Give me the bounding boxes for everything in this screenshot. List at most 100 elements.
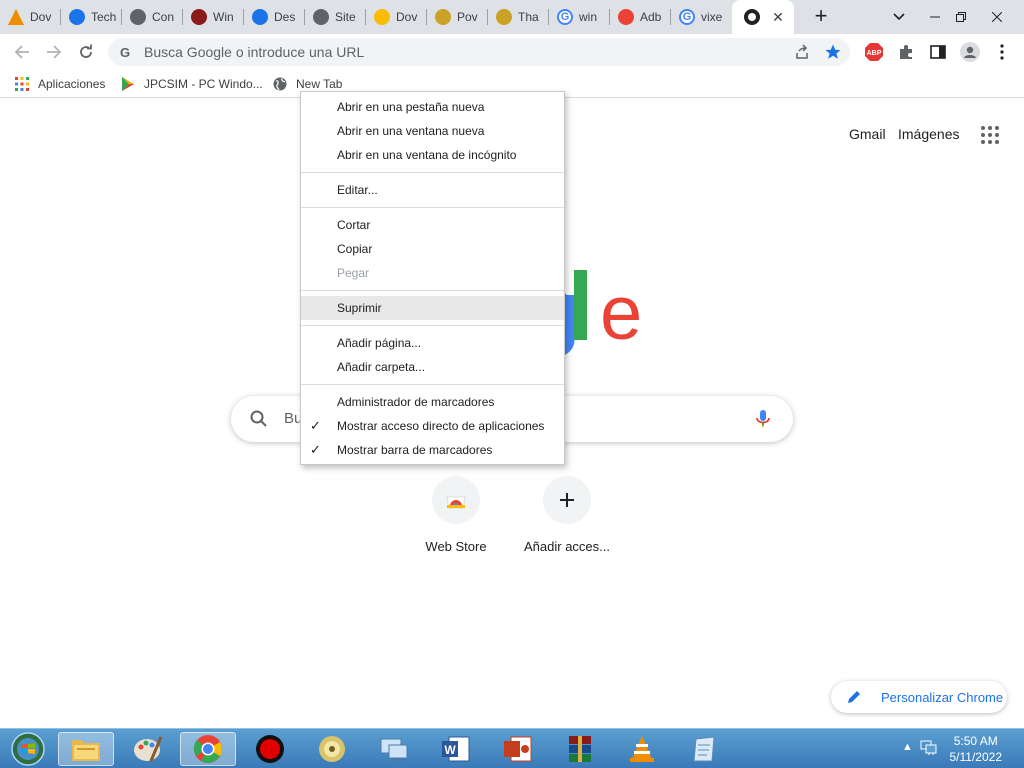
images-link[interactable]: Imágenes xyxy=(898,126,959,142)
shortcut-add[interactable]: Añadir acces... xyxy=(512,476,622,554)
profile-button[interactable] xyxy=(958,40,982,64)
share-icon[interactable] xyxy=(794,44,810,63)
adblock-icon: ABP xyxy=(865,43,883,61)
omnibox[interactable]: G xyxy=(108,38,850,66)
taskbar-powerpoint[interactable] xyxy=(490,732,546,766)
tab-title: Pov xyxy=(457,10,478,24)
plus-icon xyxy=(543,476,591,524)
web-store-icon xyxy=(432,476,480,524)
gmail-link[interactable]: Gmail xyxy=(849,126,886,142)
taskbar-winrar[interactable] xyxy=(552,732,608,766)
menu-item[interactable]: Abrir en una pestaña nueva xyxy=(301,95,564,119)
shortcut-web-store[interactable]: Web Store xyxy=(401,476,511,554)
tab-3[interactable]: Win xyxy=(183,4,244,30)
menu-item[interactable]: ✓ Mostrar acceso directo de aplicaciones xyxy=(301,414,564,438)
show-hidden-icons-button[interactable]: ▲ xyxy=(902,741,913,753)
side-panel-button[interactable] xyxy=(926,40,950,64)
tab-12[interactable]: ✕ xyxy=(732,0,794,34)
system-clock[interactable]: 5:50 AM 5/11/2022 xyxy=(950,733,1003,765)
menu-item[interactable]: Cortar xyxy=(301,213,564,237)
menu-item[interactable]: Añadir carpeta... xyxy=(301,355,564,379)
checkmark-icon: ✓ xyxy=(310,418,321,433)
bookmark-jpcsim[interactable]: JPCSIM - PC Windo... xyxy=(120,75,263,93)
tab-title: Adb xyxy=(640,10,662,24)
taskbar-notes[interactable] xyxy=(676,732,732,766)
apps-grid-icon xyxy=(981,126,999,144)
gear-icon xyxy=(130,9,146,25)
menu-separator xyxy=(301,290,564,291)
tab-8[interactable]: Tha xyxy=(488,4,549,30)
tab-title: vixe xyxy=(701,10,723,24)
tab-1[interactable]: Tech xyxy=(61,4,122,30)
tab-title: Des xyxy=(274,10,296,24)
tab-title: Tha xyxy=(518,10,539,24)
menu-item-label: Suprimir xyxy=(337,301,382,315)
tab-7[interactable]: Pov xyxy=(427,4,488,30)
taskbar-chrome[interactable] xyxy=(180,732,236,766)
google-apps-button[interactable] xyxy=(981,126,999,144)
restore-icon xyxy=(956,12,966,22)
tab-title: Dov xyxy=(396,10,418,24)
tab-9[interactable]: Gwin xyxy=(549,4,610,30)
adblock-extension-button[interactable]: ABP xyxy=(862,40,886,64)
taskbar-paint[interactable] xyxy=(120,732,176,766)
bookmark-apps[interactable]: Aplicaciones xyxy=(14,75,105,93)
taskbar-word[interactable]: W xyxy=(428,732,484,766)
taskbar-recorder[interactable] xyxy=(242,732,298,766)
menu-item[interactable]: Añadir página... xyxy=(301,331,564,355)
close-window-button[interactable] xyxy=(980,0,1014,34)
taskbar-vlc[interactable] xyxy=(614,732,670,766)
svg-text:ABP: ABP xyxy=(867,50,882,57)
bookmark-label: JPCSIM - PC Windo... xyxy=(144,77,263,91)
tab-icon xyxy=(435,9,451,25)
globe-icon xyxy=(313,9,329,25)
search-icon xyxy=(250,410,267,427)
restore-button[interactable] xyxy=(944,0,978,34)
menu-item[interactable]: Administrador de marcadores xyxy=(301,390,564,414)
paint-icon xyxy=(134,736,163,762)
menu-item[interactable]: Abrir en una ventana de incógnito xyxy=(301,143,564,167)
side-panel-icon xyxy=(930,45,946,59)
menu-item[interactable]: Abrir en una ventana nueva xyxy=(301,119,564,143)
new-tab-button[interactable]: + xyxy=(808,5,834,29)
taskbar-explorer[interactable] xyxy=(58,732,114,766)
reload-button[interactable] xyxy=(74,40,98,64)
close-tab-icon[interactable]: ✕ xyxy=(770,9,786,25)
tab-2[interactable]: Con xyxy=(122,4,183,30)
menu-item-label: Pegar xyxy=(337,266,370,280)
tab-search-button[interactable] xyxy=(882,0,916,34)
avatar-icon xyxy=(960,42,980,62)
back-button[interactable] xyxy=(10,40,34,64)
tab-4[interactable]: Des xyxy=(244,4,305,30)
tab-10[interactable]: Adb xyxy=(610,4,671,30)
forward-button[interactable] xyxy=(42,40,66,64)
taskbar-disc[interactable] xyxy=(304,732,360,766)
tab-title: Site xyxy=(335,10,356,24)
shortcut-label: Web Store xyxy=(425,539,487,554)
menu-item[interactable]: Editar... xyxy=(301,178,564,202)
extensions-button[interactable] xyxy=(894,40,918,64)
menu-item[interactable]: Suprimir xyxy=(301,296,564,320)
menu-item[interactable]: ✓ Mostrar barra de marcadores xyxy=(301,438,564,462)
menu-item-label: Cortar xyxy=(337,218,371,232)
network-icon[interactable] xyxy=(920,739,938,758)
menu-item-label: Añadir página... xyxy=(337,336,422,350)
tab-6[interactable]: Dov xyxy=(366,4,427,30)
omnibox-input[interactable] xyxy=(144,44,744,60)
menu-item-label: Mostrar acceso directo de aplicaciones xyxy=(337,419,545,433)
menu-item-label: Abrir en una ventana de incógnito xyxy=(337,148,517,162)
menu-separator xyxy=(301,172,564,173)
taskbar-remote-desktop[interactable] xyxy=(366,732,422,766)
menu-separator xyxy=(301,207,564,208)
star-icon[interactable] xyxy=(824,43,842,64)
tab-11[interactable]: Gvixe xyxy=(671,4,732,30)
customize-chrome-button[interactable]: Personalizar Chrome xyxy=(831,681,1007,713)
microphone-icon[interactable] xyxy=(753,409,773,429)
tab-5[interactable]: Site xyxy=(305,4,366,30)
puzzle-icon xyxy=(900,45,912,59)
notepad-icon xyxy=(693,736,715,762)
tab-0[interactable]: Dov xyxy=(0,4,61,30)
menu-item[interactable]: Copiar xyxy=(301,237,564,261)
start-button[interactable] xyxy=(0,732,56,766)
chrome-menu-button[interactable] xyxy=(990,40,1014,64)
